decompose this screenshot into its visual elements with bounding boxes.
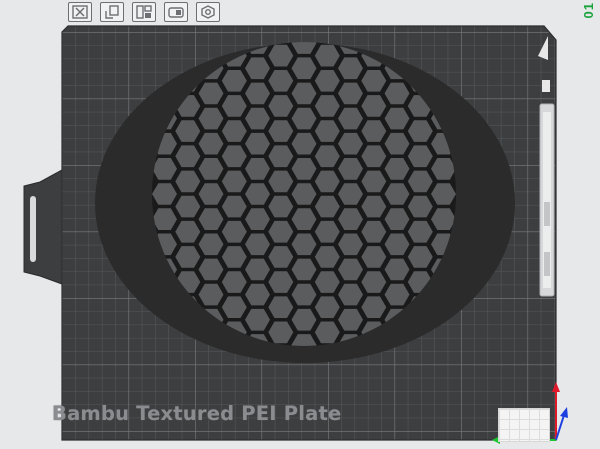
plate-label: Bambu Textured PEI Plate: [52, 402, 342, 425]
3d-viewport[interactable]: [0, 0, 600, 449]
plate-handle: [23, 169, 63, 285]
view-cube[interactable]: [498, 408, 550, 442]
